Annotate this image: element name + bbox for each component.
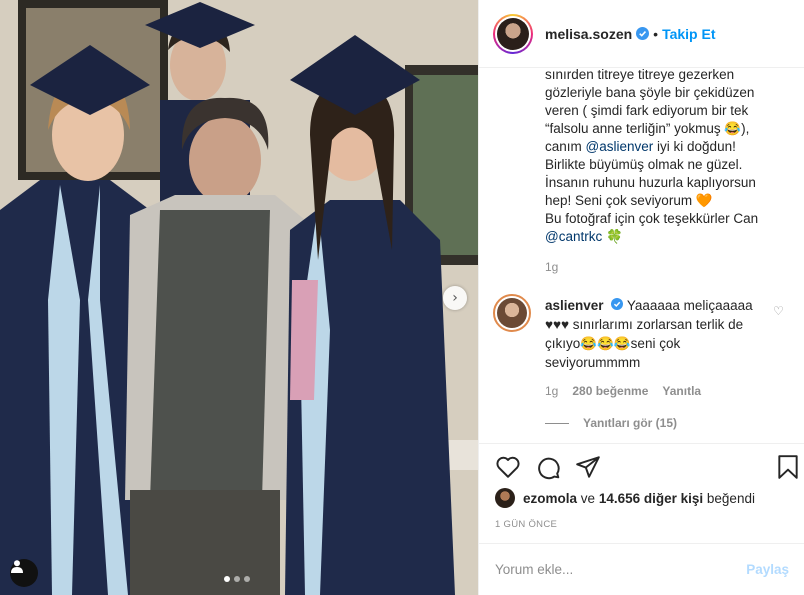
view-replies-label: Yanıtları gör (15) xyxy=(583,416,678,430)
replies-divider xyxy=(545,422,569,424)
chevron-right-icon: › xyxy=(452,290,458,306)
like-comment-heart-icon[interactable]: ♡ xyxy=(773,304,784,318)
verified-badge-icon xyxy=(611,298,624,310)
mention-link[interactable]: @cantrkc xyxy=(545,229,602,244)
comment-icon[interactable] xyxy=(535,454,561,480)
comment-text: seviyorummmm xyxy=(545,355,641,370)
author-avatar[interactable] xyxy=(493,13,533,54)
comment-likes-count[interactable]: 280 beğenme xyxy=(572,384,648,398)
comment-time[interactable]: 1g xyxy=(545,384,558,398)
commenter-avatar[interactable] xyxy=(493,294,531,332)
post-actions xyxy=(495,454,601,480)
actions-divider xyxy=(479,443,804,444)
next-photo-button[interactable]: › xyxy=(443,286,467,310)
caption-text: canım xyxy=(545,139,582,154)
post-photo[interactable]: › xyxy=(0,0,478,595)
post-comment-button[interactable]: Paylaş xyxy=(746,562,789,577)
heart-icon[interactable] xyxy=(495,454,521,480)
caption-line: Birlikte büyümüş olmak ne güzel. xyxy=(545,157,743,172)
caption-line: hep! Seni çok seviyorum 🧡 xyxy=(545,193,713,208)
caption-text: iyi ki doğdun! xyxy=(657,139,736,154)
first-liker-username[interactable]: ezomola xyxy=(523,491,577,506)
carousel-dot xyxy=(224,576,230,582)
bookmark-icon[interactable] xyxy=(775,454,801,480)
comment-meta: 1g 280 beğenme Yanıtla xyxy=(545,384,701,398)
share-icon[interactable] xyxy=(575,454,601,480)
caption-line: veren ( şimdi fark ediyorum bir tek xyxy=(545,103,749,118)
likes-connector: ve xyxy=(580,490,596,506)
caption-line: İnsanın ruhunu huzurla kaplıyorsun xyxy=(545,175,756,190)
caption-line: canım @aslienver iyi ki doğdun! xyxy=(545,138,789,156)
carousel-indicator xyxy=(224,576,250,582)
add-comment-bar: Paylaş xyxy=(479,543,804,595)
caption-line: “falsolu anne terliğin” yokmuş 😂), xyxy=(545,121,750,136)
user-tag-icon xyxy=(11,560,23,573)
post-header: melisa.sozen • Takip Et xyxy=(479,0,804,68)
caption-line: gözleriyle bana şöyle bir çekidüzen xyxy=(545,85,755,100)
user-tags-button[interactable] xyxy=(10,559,38,587)
clover-emoji: 🍀 xyxy=(605,229,623,244)
other-likers-link[interactable]: 14.656 diğer kişi xyxy=(599,491,703,506)
comment-text: çıkıyo😂😂😂seni çok xyxy=(545,336,681,351)
comment-text: Yaaaaaa meliçaaaaa xyxy=(626,298,753,313)
comment-body: aslienver Yaaaaaa meliçaaaaa ♥♥♥ sınırla… xyxy=(545,296,775,372)
header-separator: • xyxy=(653,25,659,42)
carousel-dot xyxy=(244,576,250,582)
post-details-panel: melisa.sozen • Takip Et sınırden titreye… xyxy=(478,0,804,595)
commenter-username[interactable]: aslienver xyxy=(545,298,604,313)
caption-line: Bu fotoğraf için çok teşekkürler Can xyxy=(545,211,759,226)
photo-illustration xyxy=(0,0,478,595)
author-avatar-image xyxy=(497,17,529,50)
post-caption: sınırden titreye titreye gezerken gözler… xyxy=(545,66,789,246)
view-replies-button[interactable]: Yanıtları gör (15) xyxy=(545,416,677,430)
likes-summary: ezomola ve 14.656 diğer kişi beğendi xyxy=(495,488,755,508)
mention-link[interactable]: @aslienver xyxy=(586,139,654,154)
comment-text: ♥♥♥ sınırlarımı zorlarsan terlik de xyxy=(545,317,744,332)
likes-suffix: beğendi xyxy=(706,490,755,506)
liker-avatar[interactable] xyxy=(495,488,515,508)
post-date[interactable]: 1 GÜN ÖNCE xyxy=(495,519,557,530)
verified-badge-icon xyxy=(636,27,650,40)
author-username[interactable]: melisa.sozen xyxy=(545,26,632,42)
comment-input[interactable] xyxy=(495,562,747,577)
caption-line: @cantrkc 🍀 xyxy=(545,228,789,246)
caption-time[interactable]: 1g xyxy=(545,260,558,274)
caption-line: sınırden titreye titreye gezerken xyxy=(545,67,735,82)
reply-button[interactable]: Yanıtla xyxy=(662,384,701,398)
follow-button[interactable]: Takip Et xyxy=(662,26,715,42)
carousel-dot xyxy=(234,576,240,582)
